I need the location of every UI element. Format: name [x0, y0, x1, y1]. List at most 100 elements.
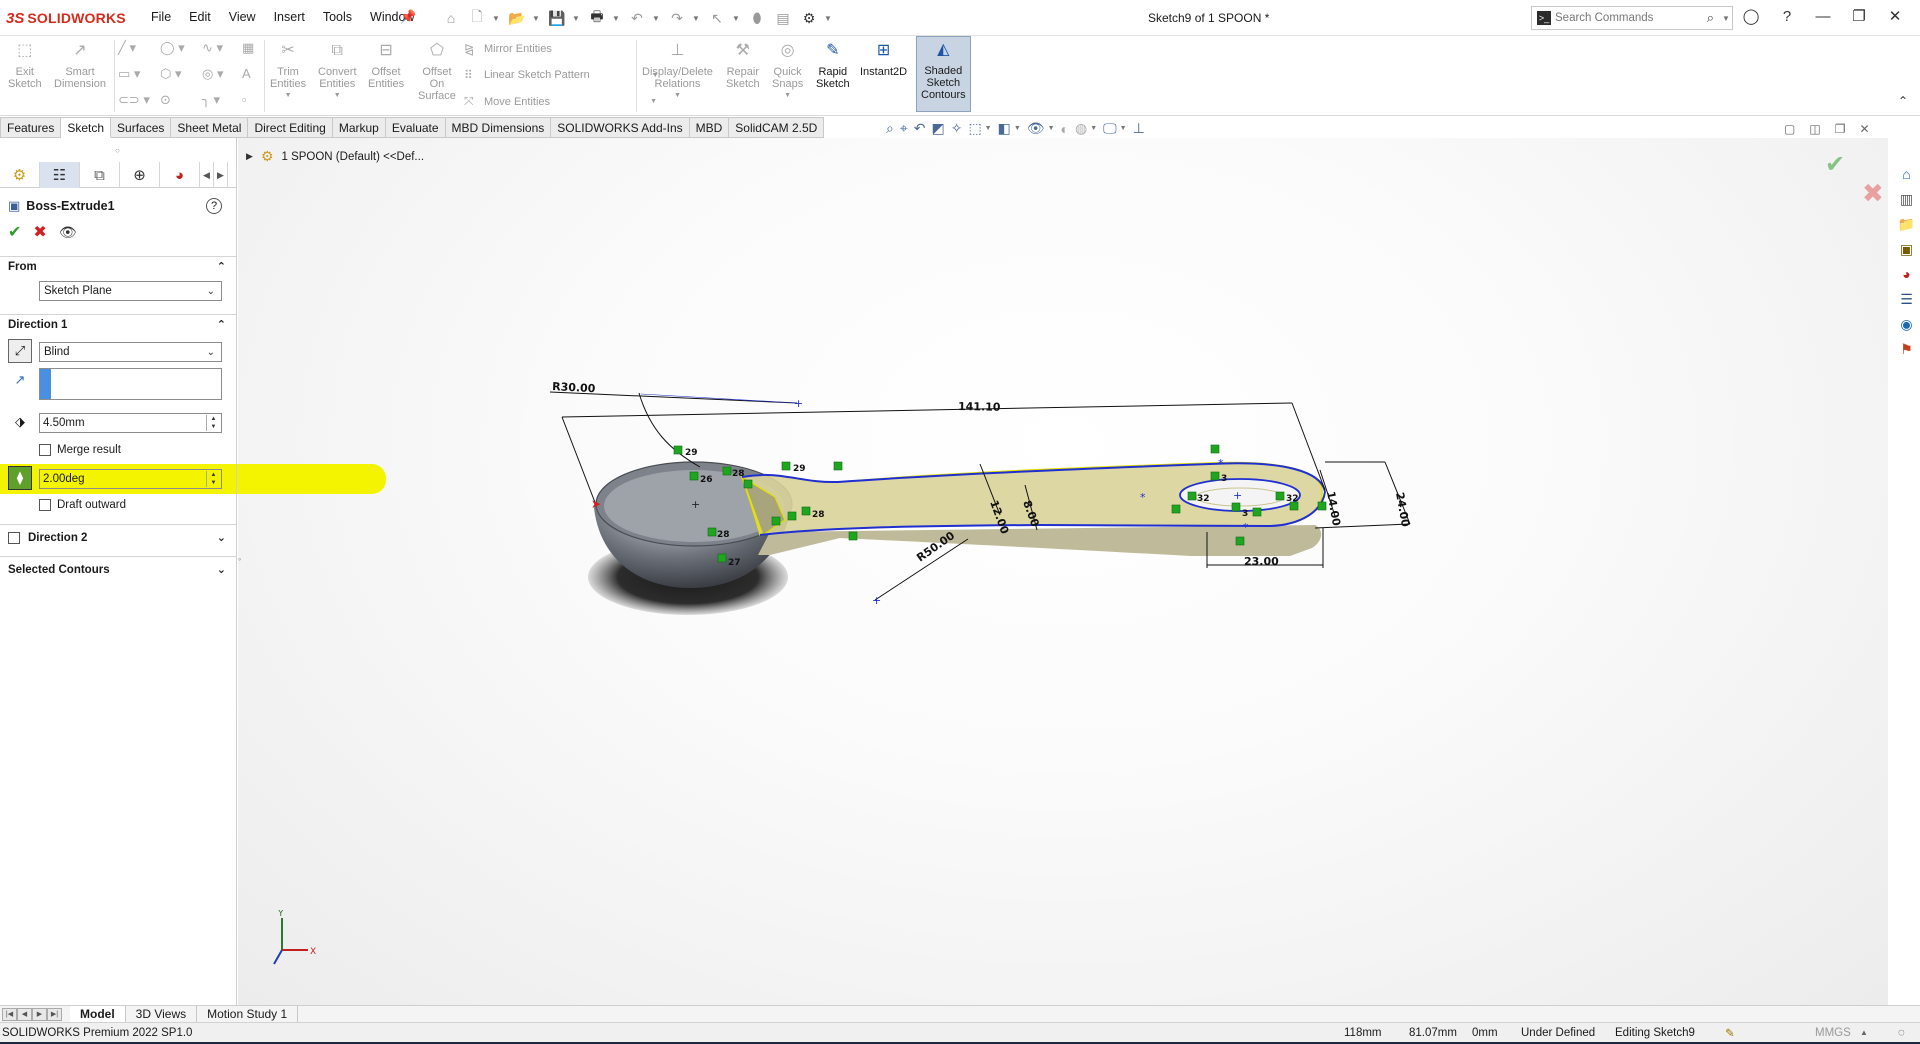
offset-on-surface-button[interactable]: ⬠ Offset On Surface [418, 40, 456, 103]
close-button[interactable]: ✕ [1884, 7, 1906, 25]
new-dropdown-icon[interactable]: ▼ [492, 14, 502, 23]
relation-marker[interactable] [717, 553, 727, 563]
draft-angle-input[interactable]: 2.00deg ▲ ▼ [39, 469, 222, 489]
relation-marker[interactable] [1171, 504, 1181, 514]
undo-icon[interactable]: ↶ [626, 7, 648, 29]
configuration-manager-tab-icon[interactable]: ⧉ [80, 162, 120, 188]
relation-marker[interactable] [707, 527, 717, 537]
hide-show-items-icon[interactable]: 👁 [1027, 120, 1045, 137]
cancel-button[interactable]: ✖ [33, 222, 46, 242]
tab-scroll-right-icon[interactable]: ▶ [214, 162, 228, 188]
select-dropdown-icon[interactable]: ▼ [732, 14, 742, 23]
chevron-up-icon[interactable]: ⌃ [217, 260, 226, 273]
tab-mbd[interactable]: MBD [689, 117, 730, 138]
pin-icon[interactable]: 📌 [400, 9, 416, 25]
prev-tab-icon[interactable]: ◀ [17, 1007, 32, 1021]
plane-tool-icon[interactable]: ▫ [242, 92, 247, 107]
chevron-up-icon[interactable]: ⌃ [217, 318, 226, 331]
viewport-split-icon[interactable]: ◫ [1809, 122, 1820, 136]
print-dropdown-icon[interactable]: ▼ [612, 14, 622, 23]
options-dropdown-icon[interactable]: ▼ [824, 14, 834, 23]
from-section-header[interactable]: From ⌃ [0, 256, 236, 276]
flyout-feature-tree[interactable]: ▶ ⚙ 1 SPOON (Default) <<Def... [246, 148, 424, 165]
detailed-preview-icon[interactable]: 👁 [59, 224, 77, 241]
view-settings-icon[interactable]: 🖵 [1103, 120, 1117, 137]
home-icon[interactable]: ⌂ [440, 7, 462, 29]
collapse-ribbon-icon[interactable]: ⌃ [1898, 94, 1908, 108]
spline-tool-icon[interactable]: ∿ ▾ [202, 40, 223, 56]
trim-entities-button[interactable]: ✂ Trim Entities ▼ [270, 40, 306, 102]
text-tool-icon[interactable]: A [242, 66, 251, 81]
unit-system[interactable]: MMGS [1815, 1027, 1851, 1039]
relation-marker[interactable] [801, 506, 811, 516]
panel-collapse-handle-icon[interactable]: ◦ [238, 554, 241, 564]
relations-dropdown-icon[interactable]: ▼ [674, 90, 681, 102]
sketch-definition-state[interactable]: Under Defined [1521, 1027, 1595, 1039]
apply-scene-dropdown-icon[interactable]: ▼ [1090, 125, 1097, 132]
reverse-direction-icon[interactable]: ⤢ [8, 339, 32, 363]
tab-markup[interactable]: Markup [332, 117, 386, 138]
minimize-button[interactable]: — [1812, 8, 1834, 25]
forum-icon[interactable]: ◉ [1897, 314, 1917, 334]
open-dropdown-icon[interactable]: ▼ [532, 14, 542, 23]
help-icon[interactable]: ? [1776, 8, 1798, 25]
instant2d-button[interactable]: ⊞ Instant2D [860, 40, 907, 79]
relation-marker[interactable] [722, 466, 732, 476]
tab-surfaces[interactable]: Surfaces [111, 117, 172, 138]
tab-direct-editing[interactable]: Direct Editing [248, 117, 333, 138]
display-manager-tab-icon[interactable]: ◕ [160, 162, 200, 188]
confirm-cancel-icon[interactable]: ✖ [1862, 178, 1884, 209]
expand-arrow-icon[interactable]: ▶ [246, 151, 253, 162]
solidworks-resources-icon[interactable]: ⌂ [1897, 164, 1917, 184]
repair-sketch-button[interactable]: ⚒ Repair Sketch [726, 40, 760, 91]
relation-marker[interactable] [1187, 491, 1197, 501]
feature-manager-tab-icon[interactable]: ⚙ [0, 162, 40, 188]
merge-result-box[interactable] [39, 444, 51, 456]
viewport-restore-icon[interactable]: ❐ [1835, 122, 1846, 136]
edit-appearance-icon[interactable]: ◐ [1061, 121, 1069, 137]
ellipse-tool-icon[interactable]: ◎ ▾ [202, 66, 223, 82]
custom-properties-icon[interactable]: ☰ [1897, 289, 1917, 309]
chevron-down-icon[interactable]: ⌄ [217, 531, 226, 544]
relation-marker[interactable] [673, 445, 683, 455]
relation-marker[interactable] [1235, 536, 1245, 546]
units-dropdown-icon[interactable]: ▲ [1860, 1028, 1868, 1037]
viewport-tile-icon[interactable]: ▢ [1784, 122, 1795, 136]
rapid-sketch-button[interactable]: ✎ Rapid Sketch [816, 40, 850, 91]
relation-marker[interactable] [1210, 444, 1220, 454]
redo-icon[interactable]: ↷ [666, 7, 688, 29]
customize-status-icon[interactable]: ◌ [1898, 1027, 1905, 1039]
zoom-to-fit-icon[interactable]: ⌕ [886, 120, 894, 137]
hide-show-dropdown-icon[interactable]: ▼ [1048, 125, 1055, 132]
panel-grip-icon[interactable]: ○ [115, 146, 120, 155]
rebuild-icon[interactable]: ⬮ [746, 7, 768, 29]
direction1-section-header[interactable]: Direction 1 ⌃ [0, 314, 236, 334]
from-select[interactable]: Sketch Plane ⌄ [39, 281, 222, 301]
dim-radius-bowl[interactable]: R30.00 [552, 380, 596, 395]
view-settings-dropdown-icon[interactable]: ▼ [1120, 125, 1127, 132]
tab-motion-study-1[interactable]: Motion Study 1 [197, 1005, 299, 1023]
polygon-tool-icon[interactable]: ⬡ ▾ [160, 66, 182, 82]
relation-marker[interactable] [787, 511, 797, 521]
menu-insert[interactable]: Insert [265, 10, 314, 24]
direction2-checkbox[interactable] [8, 531, 20, 544]
menu-edit[interactable]: Edit [180, 10, 220, 24]
graphics-area[interactable]: + + + ➤ R30.00 141.10 12.00 8.00 R50.00 … [238, 138, 1888, 1006]
draft-angle-spinner-icon[interactable]: ▲ ▼ [206, 471, 220, 487]
circle-tool-icon[interactable]: ◯ ▾ [160, 40, 185, 56]
line-tool-icon[interactable]: ╱ ▾ [118, 40, 136, 56]
relation-marker[interactable] [1231, 502, 1241, 512]
exit-sketch-button[interactable]: ⬚ Exit Sketch [8, 40, 42, 91]
view-orientation-dropdown-icon[interactable]: ▼ [985, 125, 992, 132]
save-icon[interactable]: 💾 [546, 7, 568, 29]
print-icon[interactable]: 🖶 [586, 7, 608, 29]
tab-solidworks-addins[interactable]: SOLIDWORKS Add-Ins [551, 117, 690, 138]
offset-entities-button[interactable]: ⊟ Offset Entities [368, 40, 404, 91]
relation-marker[interactable] [689, 471, 699, 481]
dynamic-annotation-icon[interactable]: ✧ [951, 120, 963, 137]
relation-marker[interactable] [1252, 507, 1262, 517]
dim-overall-length[interactable]: 141.10 [958, 400, 1001, 414]
fillet-tool-icon[interactable]: ╮ ▾ [202, 92, 220, 108]
confirm-ok-icon[interactable]: ✔ [1825, 150, 1845, 179]
options-gear-icon[interactable]: ⚙ [798, 7, 820, 29]
